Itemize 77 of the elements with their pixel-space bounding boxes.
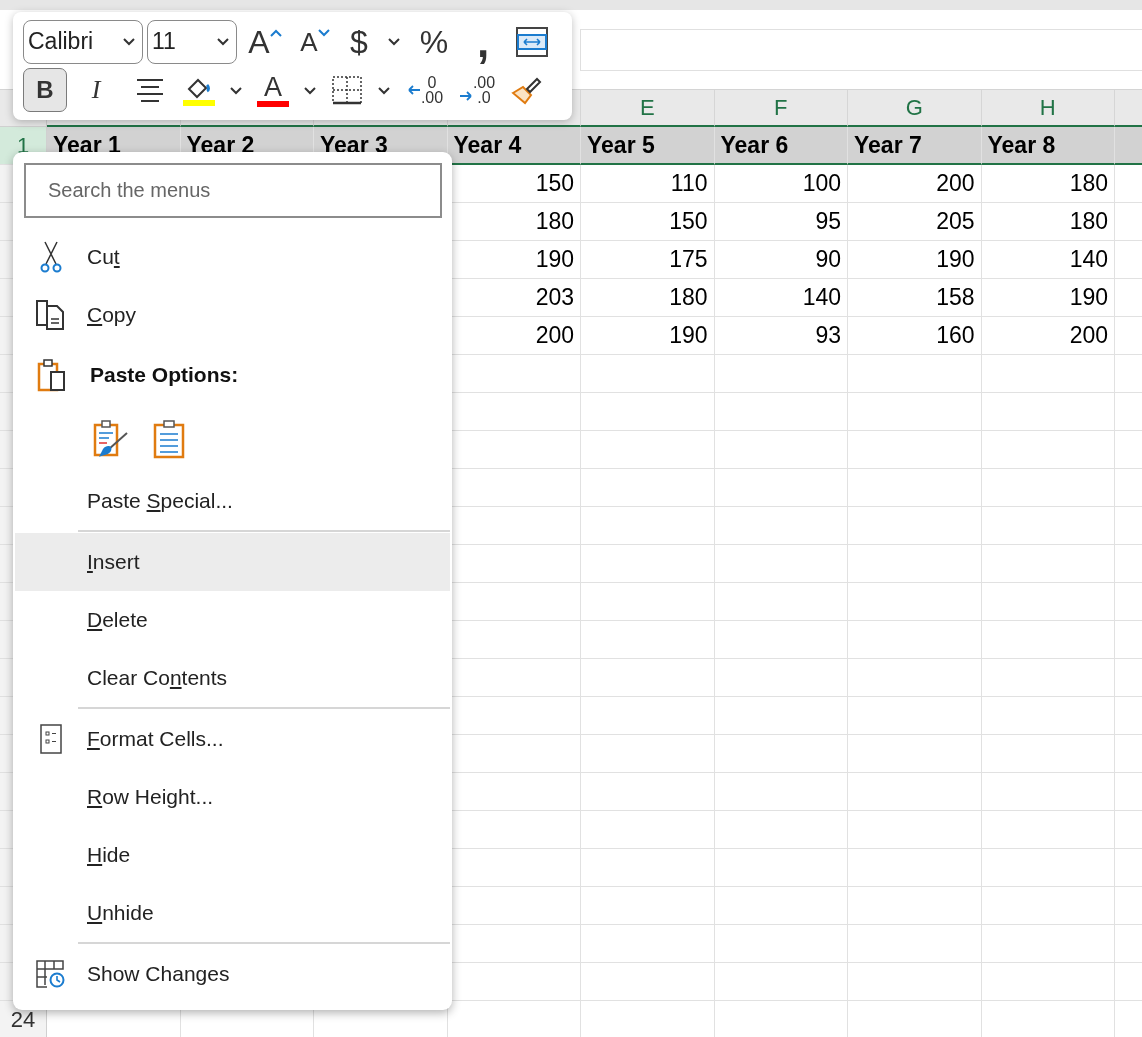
menu-item[interactable]: Unhide [87, 901, 154, 925]
menu-item[interactable]: Hide [87, 843, 131, 867]
caret-icon [122, 37, 136, 47]
table-cell: 158 [848, 279, 982, 317]
copy-icon [35, 299, 67, 331]
merge-cells-icon [516, 26, 548, 57]
font-dropdown[interactable]: Calibri [23, 19, 143, 64]
paste-button[interactable] [153, 419, 185, 459]
menu-item[interactable]: Show Changes [87, 962, 230, 986]
bold-button[interactable]: B [23, 68, 67, 113]
grow-font-button[interactable]: A [241, 19, 289, 64]
menu-item[interactable]: Row Height... [87, 785, 214, 809]
menu-item[interactable]: Paste Special... [87, 489, 233, 513]
arrow-right-icon [458, 90, 473, 103]
table-cell: 175 [581, 241, 715, 279]
caret-icon [377, 85, 391, 95]
caret-icon [387, 37, 401, 47]
header-cell: Year 4 [447, 127, 581, 165]
align-center-icon [135, 77, 165, 104]
comma-button[interactable]: , [461, 19, 505, 64]
currency-button[interactable]: $ [341, 19, 377, 64]
table-cell: 160 [848, 317, 982, 355]
table-cell: 180 [981, 165, 1115, 203]
italic-button[interactable]: I [71, 68, 121, 113]
menu-item[interactable]: Format Cells... [87, 727, 224, 751]
caret-down-icon [317, 28, 330, 37]
table-cell: 180 [981, 203, 1115, 241]
menu-item[interactable]: Clear Contents [87, 666, 228, 690]
clipboard-icon [153, 419, 185, 459]
table-cell: 110 [581, 165, 715, 203]
increase-decimal-button[interactable]: 0 .00 [401, 68, 449, 113]
header-cell: Year 5 [581, 127, 715, 165]
caret-icon [303, 85, 317, 95]
decrease-decimal-button[interactable]: .00 .0 [453, 68, 501, 113]
column-header[interactable]: G [848, 90, 982, 127]
table-cell: 180 [581, 279, 715, 317]
table-cell: 100 [714, 165, 848, 203]
paintbrush-icon [511, 75, 543, 106]
table-cell: 205 [848, 203, 982, 241]
table-cell: 90 [714, 241, 848, 279]
scissors-icon [40, 241, 62, 273]
clipboard-icon [35, 358, 67, 392]
arrow-left-icon [406, 84, 421, 97]
clipboard-brush-icon [93, 419, 129, 459]
header-cell: Year 8 [981, 127, 1115, 165]
table-cell: 140 [714, 279, 848, 317]
menu-item[interactable]: Delete [87, 608, 148, 632]
caret-icon [229, 85, 243, 95]
table-cell: 150 [581, 203, 715, 241]
column-header[interactable]: F [714, 90, 848, 127]
caret-icon [216, 37, 230, 47]
menu-item[interactable]: Copy [87, 303, 137, 327]
table-cell: 93 [714, 317, 848, 355]
table-cell: 190 [981, 279, 1115, 317]
table-cell: 190 [848, 241, 982, 279]
borders-icon [331, 75, 363, 106]
paste-formatting-button[interactable] [93, 419, 129, 459]
caret-up-icon [269, 28, 282, 37]
font-color-button[interactable]: A [253, 68, 293, 113]
table-cell: 200 [981, 317, 1115, 355]
menu-item[interactable]: Insert [87, 550, 140, 574]
font-size-dropdown[interactable]: 11 [147, 19, 237, 64]
header-cell: Year 6 [714, 127, 848, 165]
percent-button[interactable]: % [411, 19, 457, 64]
show-changes-icon [36, 960, 66, 988]
table-cell: 200 [848, 165, 982, 203]
column-header[interactable]: H [981, 90, 1115, 127]
search-field[interactable]: Search the menus [24, 163, 442, 218]
menu-heading: Paste Options: [89, 363, 239, 387]
shrink-font-button[interactable]: A [293, 19, 337, 64]
header-cell: Year 7 [848, 127, 982, 165]
column-header[interactable]: E [581, 90, 715, 127]
menu-item[interactable]: Cut [87, 245, 120, 269]
table-cell: 190 [581, 317, 715, 355]
table-cell: 140 [981, 241, 1115, 279]
table-cell: 95 [714, 203, 848, 241]
format-cells-icon [40, 724, 62, 754]
